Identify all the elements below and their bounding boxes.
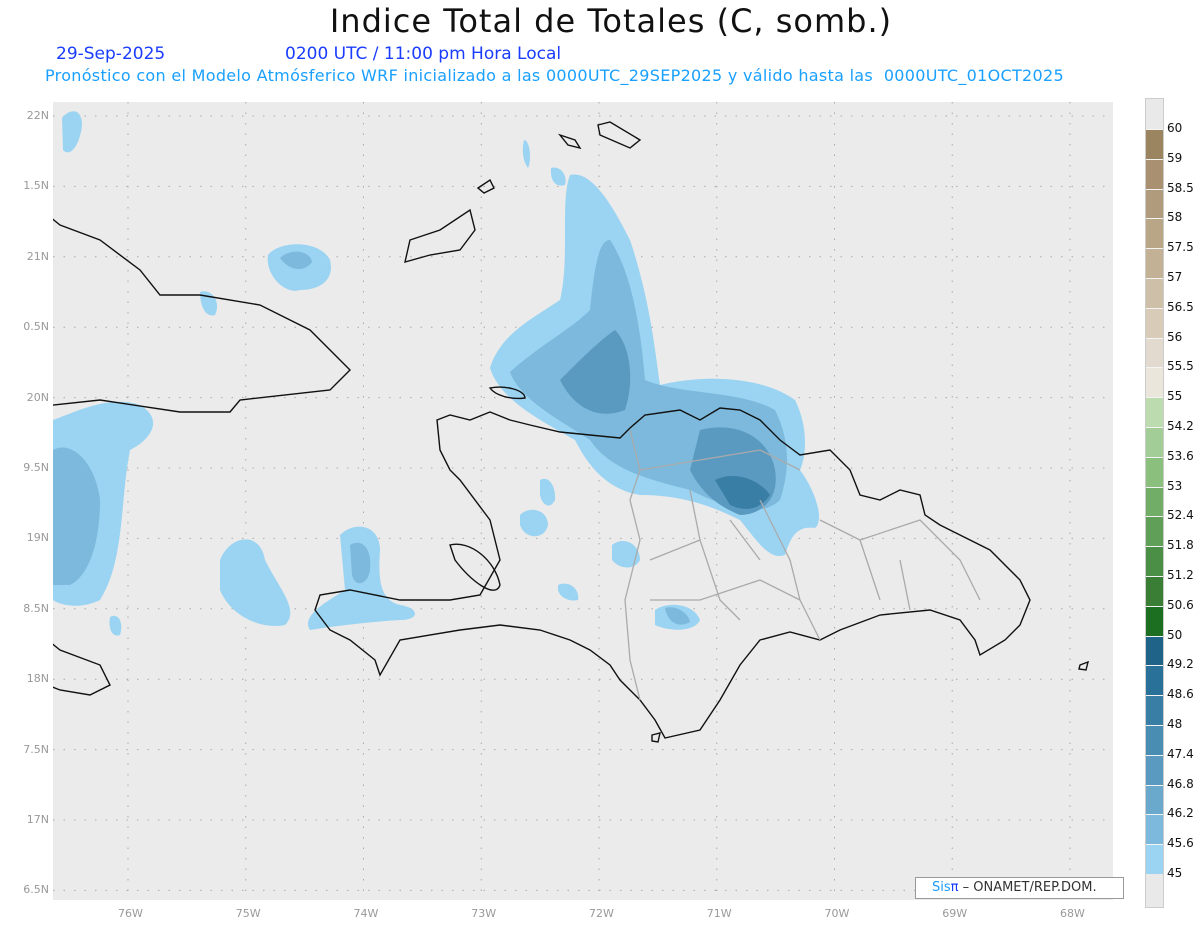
colorbar-label: 52.4 — [1167, 508, 1194, 523]
colorbar-cell — [1146, 456, 1163, 487]
lon-label: 71W — [706, 907, 732, 920]
colorbar-label: 58 — [1167, 210, 1183, 225]
lat-label: 20N — [26, 390, 49, 404]
colorbar-cell — [1146, 844, 1163, 874]
lon-label: 68W — [1060, 907, 1085, 920]
colorbar-cell — [1146, 129, 1163, 159]
colorbar-cell — [1146, 516, 1163, 547]
colorbar-cell — [1146, 337, 1163, 368]
colorbar-cell — [1146, 605, 1163, 636]
lat-label: 6.5N — [23, 883, 49, 897]
map-area — [34, 102, 1113, 900]
colorbar-cell — [1146, 397, 1163, 427]
colorbar-cell — [1146, 754, 1163, 785]
colorbar-label: 46.8 — [1167, 776, 1194, 791]
colorbar-label: 49.2 — [1167, 657, 1194, 672]
colorbar-cell — [1146, 725, 1163, 755]
colorbar — [1145, 98, 1164, 908]
lat-label: 22N — [26, 109, 49, 122]
colorbar-label: 60 — [1167, 121, 1183, 135]
colorbar-label: 45 — [1167, 866, 1183, 880]
lat-label: 21N — [26, 249, 49, 263]
forecast-description: Pronóstico con el Modelo Atmósferico WRF… — [45, 66, 1064, 85]
colorbar-label: 47.4 — [1167, 746, 1194, 761]
lat-label: 18N — [26, 672, 49, 686]
lat-label: 1.5N — [23, 179, 49, 193]
forecast-time: 0200 UTC / 11:00 pm Hora Local — [285, 44, 562, 64]
colorbar-cell — [1146, 576, 1163, 606]
map-canvas — [34, 102, 1113, 900]
colorbar-cell — [1146, 635, 1163, 666]
colorbar-label: 46.2 — [1167, 806, 1194, 821]
credit-text: – ONAMET/REP.DOM. — [962, 880, 1097, 895]
colorbar-label: 48 — [1167, 717, 1183, 731]
lat-label: 19N — [26, 531, 49, 545]
colorbar-label: 55.5 — [1167, 359, 1194, 374]
map-title: Indice Total de Totales (C, somb.) — [329, 2, 893, 40]
credit-brand: Sis — [932, 880, 951, 895]
colorbar-label: 58.5 — [1167, 180, 1194, 195]
colorbar-cell — [1146, 546, 1163, 576]
colorbar-cell — [1146, 248, 1163, 278]
lon-label: 69W — [942, 907, 968, 920]
lon-label: 74W — [353, 907, 379, 920]
lat-label: 8.5N — [23, 601, 49, 615]
colorbar-label: 59 — [1167, 150, 1183, 165]
colorbar-cell — [1146, 486, 1163, 517]
colorbar-cell — [1146, 188, 1163, 219]
colorbar-cell — [1146, 307, 1163, 338]
colorbar-label: 55 — [1167, 389, 1183, 404]
colorbar-cell — [1146, 427, 1163, 457]
colorbar-label: 56 — [1167, 329, 1183, 344]
colorbar-label: 50.6 — [1167, 597, 1194, 612]
colorbar-cell — [1146, 695, 1163, 725]
colorbar-label: 50 — [1167, 627, 1183, 642]
colorbar-label: 54.2 — [1167, 419, 1194, 433]
colorbar-label: 51.8 — [1167, 538, 1194, 553]
lon-label: 75W — [235, 907, 261, 920]
colorbar-cell — [1146, 278, 1163, 308]
colorbar-label: 48.6 — [1167, 687, 1194, 702]
colorbar-label: 45.6 — [1167, 836, 1194, 851]
colorbar-cell — [1146, 158, 1163, 189]
colorbar-cell — [1146, 218, 1163, 249]
lat-label: 9.5N — [23, 461, 49, 474]
lat-label: 0.5N — [23, 320, 49, 334]
colorbar-label: 56.5 — [1167, 299, 1194, 314]
lon-label: 72W — [589, 907, 614, 920]
lon-label: 70W — [824, 907, 850, 920]
lat-label: 7.5N — [23, 742, 49, 756]
colorbar-cell — [1146, 784, 1163, 815]
colorbar-label: 53.6 — [1167, 448, 1194, 463]
colorbar-cell — [1146, 665, 1163, 696]
colorbar-label: 51.2 — [1167, 568, 1194, 582]
colorbar-label: 57.5 — [1167, 240, 1194, 255]
lat-label: 17N — [26, 813, 49, 826]
colorbar-cell — [1146, 367, 1163, 398]
credit-box: Sisπ – ONAMET/REP.DOM. — [915, 877, 1124, 899]
lon-label: 73W — [471, 907, 497, 920]
colorbar-label: 53 — [1167, 478, 1183, 493]
shading — [53, 111, 820, 636]
forecast-date: 29-Sep-2025 — [56, 44, 166, 64]
colorbar-label: 57 — [1167, 270, 1183, 284]
lon-label: 76W — [118, 907, 143, 920]
colorbar-cell — [1146, 814, 1163, 845]
credit-pi: π — [950, 880, 959, 895]
